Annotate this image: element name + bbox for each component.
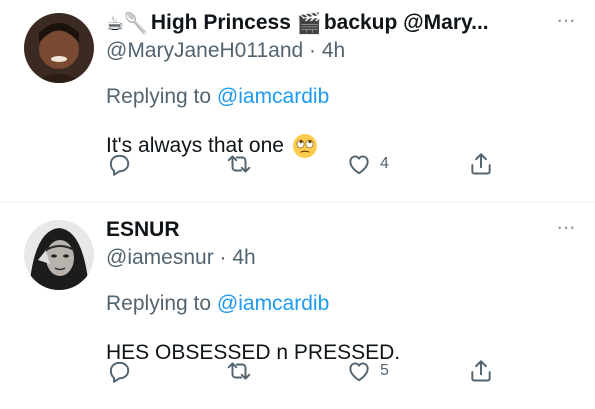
display-name[interactable]: ESNUR — [106, 218, 180, 242]
avatar[interactable] — [24, 220, 94, 290]
user-handle[interactable]: @iamesnur — [106, 246, 214, 269]
reply-button[interactable] — [106, 358, 132, 384]
replying-to: Replying to @iamcardib — [106, 85, 575, 113]
share-icon — [471, 153, 491, 175]
tweet-actions: 5 — [106, 358, 501, 388]
like-button[interactable]: 5 — [346, 358, 389, 384]
tweet[interactable]: ☕🥄 High Princess 🎬 backup @Mary... ··· @… — [0, 0, 595, 202]
share-icon — [471, 360, 491, 382]
retweet-button[interactable] — [226, 151, 252, 177]
like-button[interactable]: 4 — [346, 151, 389, 177]
replying-to: Replying to @iamcardib — [106, 292, 575, 320]
avatar[interactable] — [24, 13, 94, 83]
tweet-actions: 4 — [106, 151, 501, 181]
timestamp[interactable]: · 4h — [309, 39, 345, 62]
reply-icon — [109, 154, 130, 176]
reply-icon — [109, 361, 130, 383]
handle-row: @MaryJaneH011and · 4h — [106, 39, 575, 67]
like-icon — [349, 155, 369, 175]
user-handle[interactable]: @MaryJaneH011and — [106, 39, 303, 62]
reply-button[interactable] — [106, 151, 132, 177]
user-name-row: ESNUR — [106, 216, 575, 244]
share-button[interactable] — [468, 358, 494, 384]
coffee-spoon-emoji: ☕🥄 — [106, 12, 149, 35]
mention-link[interactable]: @iamcardib — [217, 292, 329, 315]
more-icon[interactable]: ··· — [556, 9, 576, 31]
replying-prefix: Replying to — [106, 292, 212, 315]
like-icon — [349, 362, 369, 382]
clapper-board-emoji: 🎬 — [296, 12, 322, 35]
timestamp[interactable]: · 4h — [220, 246, 256, 269]
retweet-icon — [227, 155, 251, 173]
display-name[interactable]: High Princess — [151, 11, 291, 35]
user-name-row: ☕🥄 High Princess 🎬 backup @Mary... — [106, 9, 575, 37]
retweet-icon — [227, 362, 251, 380]
tweet[interactable]: ESNUR ··· @iamesnur · 4h Replying to @ia… — [0, 203, 595, 409]
handle-row: @iamesnur · 4h — [106, 246, 575, 274]
mention-link[interactable]: @iamcardib — [217, 85, 329, 108]
share-button[interactable] — [468, 151, 494, 177]
retweet-button[interactable] — [226, 358, 252, 384]
like-count: 5 — [380, 362, 389, 379]
display-name-suffix[interactable]: backup @Mary... — [324, 11, 489, 35]
replying-prefix: Replying to — [106, 85, 212, 108]
like-count: 4 — [380, 155, 389, 172]
more-icon[interactable]: ··· — [556, 216, 576, 238]
